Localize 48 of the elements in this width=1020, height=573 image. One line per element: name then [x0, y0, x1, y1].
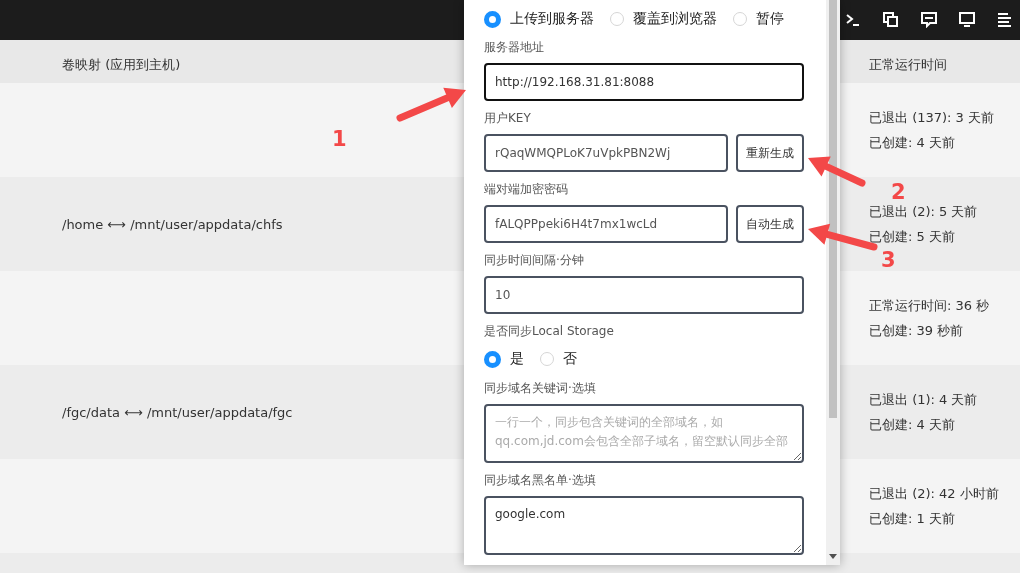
scrollbar-thumb[interactable]: [829, 0, 837, 418]
log-icon[interactable]: [997, 12, 1013, 28]
status-text: 正常运行时间: 36 秒: [869, 296, 991, 315]
annotation-arrow: [808, 156, 866, 187]
radio-button[interactable]: [484, 350, 501, 368]
status-text: 已退出 (1): 4 天前: [869, 390, 979, 409]
status-text: 已退出 (2): 42 小时前: [869, 484, 1000, 503]
chat-icon[interactable]: [921, 12, 937, 28]
status-text: 已创建: 4 天前: [869, 133, 956, 152]
column-header: 正常运行时间: [868, 55, 948, 74]
field-label: 服务器地址: [484, 40, 545, 54]
status-text: 已创建: 4 天前: [869, 415, 956, 434]
input-field[interactable]: http://192.168.31.81:8088: [484, 63, 804, 101]
radio-button[interactable]: [484, 10, 501, 28]
copy-icon[interactable]: [883, 12, 899, 28]
status-text: 已创建: 39 秒前: [869, 321, 965, 340]
volume-mapping: /fgc/data ⟷ /mnt/user/appdata/fgc: [62, 404, 293, 420]
field-label: 是否同步Local Storage: [484, 324, 615, 338]
input-field[interactable]: 10: [484, 276, 804, 314]
annotation-arrow: [396, 87, 466, 122]
annotation-number: 1: [332, 126, 347, 153]
text-area[interactable]: 一行一个，同步包含关键词的全部域名，如qq.com,jd.com会包含全部子域名，留空默认同步全部: [484, 404, 804, 463]
field-label: 同步域名关键词·选填: [484, 381, 597, 395]
radio-label[interactable]: 是: [510, 350, 524, 368]
input-field[interactable]: rQaqWMQPLoK7uVpkPBN2Wj: [484, 134, 728, 172]
volume-mapping: /home ⟷ /mnt/user/appdata/chfs: [62, 216, 283, 232]
status-text: 已退出 (137): 3 天前: [869, 108, 995, 127]
radio-label[interactable]: 否: [563, 350, 577, 368]
input-field[interactable]: fALQPPpeki6H4t7mx1wcLd: [484, 205, 728, 243]
terminal-icon[interactable]: [845, 12, 861, 28]
generate-button[interactable]: 自动生成: [736, 205, 804, 243]
status-text: 已创建: 1 天前: [869, 509, 956, 528]
radio-label[interactable]: 覆盖到浏览器: [633, 10, 717, 28]
radio-label[interactable]: 上传到服务器: [510, 10, 594, 28]
field-label: 用户KEY: [484, 111, 532, 125]
column-header: 卷映射 (应用到主机): [61, 55, 182, 74]
field-label: 同步域名黑名单·选填: [484, 473, 597, 487]
status-text: 已创建: 5 天前: [869, 227, 956, 246]
scrollbar[interactable]: [826, 0, 840, 565]
status-text: 已退出 (2): 5 天前: [869, 202, 979, 221]
field-label: 端对端加密密码: [484, 182, 569, 196]
annotation-number: 2: [891, 179, 906, 205]
monitor-icon[interactable]: [959, 12, 975, 28]
annotation-number: 3: [881, 247, 896, 274]
text-area[interactable]: google.com: [484, 496, 804, 555]
generate-button[interactable]: 重新生成: [736, 134, 804, 172]
radio-label[interactable]: 暂停: [756, 10, 784, 28]
field-label: 同步时间间隔·分钟: [484, 253, 585, 267]
